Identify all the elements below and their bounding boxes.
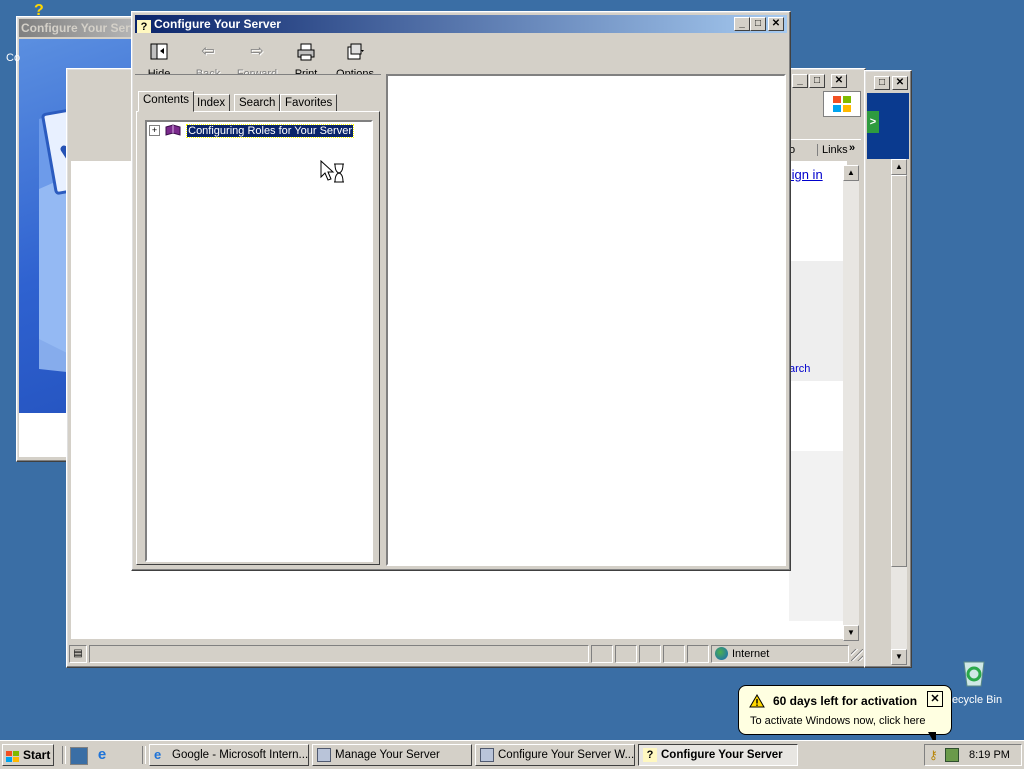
links-chevron[interactable]: »	[849, 142, 855, 154]
desktop-icon-label-partial: Co	[6, 52, 21, 64]
tree-expand-icon[interactable]: +	[149, 125, 160, 136]
windows-flag-logo	[823, 91, 861, 117]
ie-page-icon: e	[154, 747, 162, 762]
balloon-text[interactable]: To activate Windows now, click here	[750, 715, 925, 727]
tree-item-configuring-roles[interactable]: + Configuring Roles for Your Server	[149, 124, 354, 140]
desktop-question-icon: ?	[34, 2, 44, 19]
navigation-pane: Contents Index Search Favorites + Config…	[135, 74, 381, 567]
scroll-up-arrow[interactable]: ▲	[843, 165, 859, 181]
help-question-icon: ?	[643, 748, 657, 762]
status-pane-3	[639, 645, 661, 663]
maximize-button[interactable]: □	[750, 17, 766, 31]
forward-arrow-icon: ⇨	[250, 43, 264, 60]
go-arrow-icon[interactable]: >	[867, 111, 879, 133]
taskbar-button-manage-server-label: Manage Your Server	[335, 749, 440, 761]
options-icon	[345, 42, 365, 62]
ie-title-bar[interactable]: _ □ ✕	[789, 72, 862, 90]
help-title-bar[interactable]: ? Configure Your Server _ □ ✕	[135, 15, 787, 33]
manage-header-band: >	[867, 93, 909, 159]
status-zone-label: Internet	[732, 648, 770, 660]
tab-contents[interactable]: Contents	[138, 91, 195, 112]
busy-cursor-icon	[320, 159, 346, 184]
balloon-title: 60 days left for activation	[773, 694, 918, 708]
manage-server-window[interactable]: □ ✕ > ▲ ▼	[864, 70, 912, 668]
internet-explorer-icon[interactable]: e	[94, 747, 110, 763]
ie-maximize-button[interactable]: □	[809, 74, 825, 88]
manage-scroll-thumb[interactable]	[891, 175, 907, 567]
tab-search[interactable]: Search	[234, 94, 281, 112]
status-pane-2	[615, 645, 637, 663]
links-label[interactable]: Links	[817, 144, 848, 156]
ie-vertical-scrollbar[interactable]: ▲ ▼	[843, 165, 859, 641]
wizard-icon	[480, 748, 494, 762]
network-icon[interactable]	[945, 748, 959, 762]
taskbar-button-configure-wizard-label: Configure Your Server W...	[498, 749, 635, 761]
show-desktop-icon[interactable]	[70, 747, 88, 765]
status-pane-5	[687, 645, 709, 663]
status-text-pane	[89, 645, 589, 663]
tab-favorites-label: Favorites	[285, 97, 333, 109]
resize-grip-icon[interactable]	[851, 649, 863, 661]
server-icon	[317, 748, 331, 762]
printer-icon	[296, 42, 316, 62]
manage-scroll-down-arrow[interactable]: ▼	[891, 649, 907, 665]
taskbar-button-google-label: Google - Microsoft Intern...	[172, 749, 309, 761]
manage-scrollbar[interactable]: ▲ ▼	[891, 159, 907, 665]
status-page-icon: ▤	[69, 645, 87, 663]
help-window[interactable]: ?Configure Your Server _ □ ✕ Hide ⇦ Back…	[131, 11, 791, 571]
close-button[interactable]: ✕	[768, 17, 784, 31]
manage-close-button[interactable]: ✕	[892, 76, 908, 90]
page-gray-block-2	[789, 451, 847, 621]
status-pane-1	[591, 645, 613, 663]
globe-icon	[715, 647, 728, 660]
ie-minimize-button[interactable]: _	[792, 74, 808, 88]
start-button[interactable]: Start	[2, 744, 54, 766]
contents-tree[interactable]: + Configuring Roles for Your Server	[145, 120, 373, 562]
tab-index-label: Index	[197, 97, 226, 109]
book-icon	[165, 124, 181, 136]
activation-balloon[interactable]: 60 days left for activation ✕ To activat…	[738, 685, 952, 735]
warning-icon	[749, 694, 765, 711]
help-window-title: Configure Your Server	[154, 17, 281, 31]
quick-launch-separator	[62, 746, 66, 764]
manage-title-bar[interactable]: □ ✕	[868, 74, 908, 92]
ie-links-bar: o Links »	[789, 139, 861, 160]
manage-maximize-button[interactable]: □	[874, 76, 890, 90]
help-app-icon: ?	[137, 20, 151, 33]
taskbar-button-configure-help-label: Configure Your Server	[661, 749, 783, 761]
wizard-title: Configure Your Serv	[21, 21, 137, 35]
ie-close-button[interactable]: ✕	[831, 74, 847, 88]
topic-content-pane[interactable]	[386, 74, 786, 566]
activation-keys-icon[interactable]: ⚷	[929, 748, 943, 762]
back-arrow-icon: ⇦	[201, 43, 215, 60]
tab-contents-label: Contents	[143, 94, 190, 106]
clock[interactable]: 8:19 PM	[969, 749, 1010, 761]
start-label: Start	[23, 748, 51, 762]
tab-search-label: Search	[239, 97, 276, 109]
search-link-partial[interactable]: arch	[789, 363, 810, 375]
recycle-bin-icon[interactable]	[958, 656, 990, 688]
tab-index[interactable]: Index	[192, 94, 231, 112]
system-tray: ⚷ 8:19 PM	[924, 744, 1022, 766]
taskbar-button-google[interactable]: e Google - Microsoft Intern...	[149, 744, 309, 766]
windows-logo-icon	[6, 749, 20, 769]
taskbar-button-manage-server[interactable]: Manage Your Server	[312, 744, 472, 766]
hide-pane-icon	[149, 42, 169, 62]
minimize-button[interactable]: _	[734, 17, 750, 31]
balloon-close-button[interactable]: ✕	[927, 691, 943, 707]
recycle-bin-label[interactable]: Recycle Bin	[944, 694, 1002, 706]
scroll-down-arrow[interactable]: ▼	[843, 625, 859, 641]
taskbar-separator	[142, 746, 146, 764]
status-zone-pane: Internet	[711, 645, 849, 663]
manage-scroll-up-arrow[interactable]: ▲	[891, 159, 907, 175]
status-pane-4	[663, 645, 685, 663]
taskbar-button-configure-wizard[interactable]: Configure Your Server W...	[475, 744, 635, 766]
taskbar-button-configure-help[interactable]: ? Configure Your Server	[638, 744, 798, 766]
tab-favorites[interactable]: Favorites	[280, 94, 338, 112]
tree-item-label[interactable]: Configuring Roles for Your Server	[186, 124, 354, 138]
ie-status-bar: ▤ Internet	[69, 645, 863, 663]
